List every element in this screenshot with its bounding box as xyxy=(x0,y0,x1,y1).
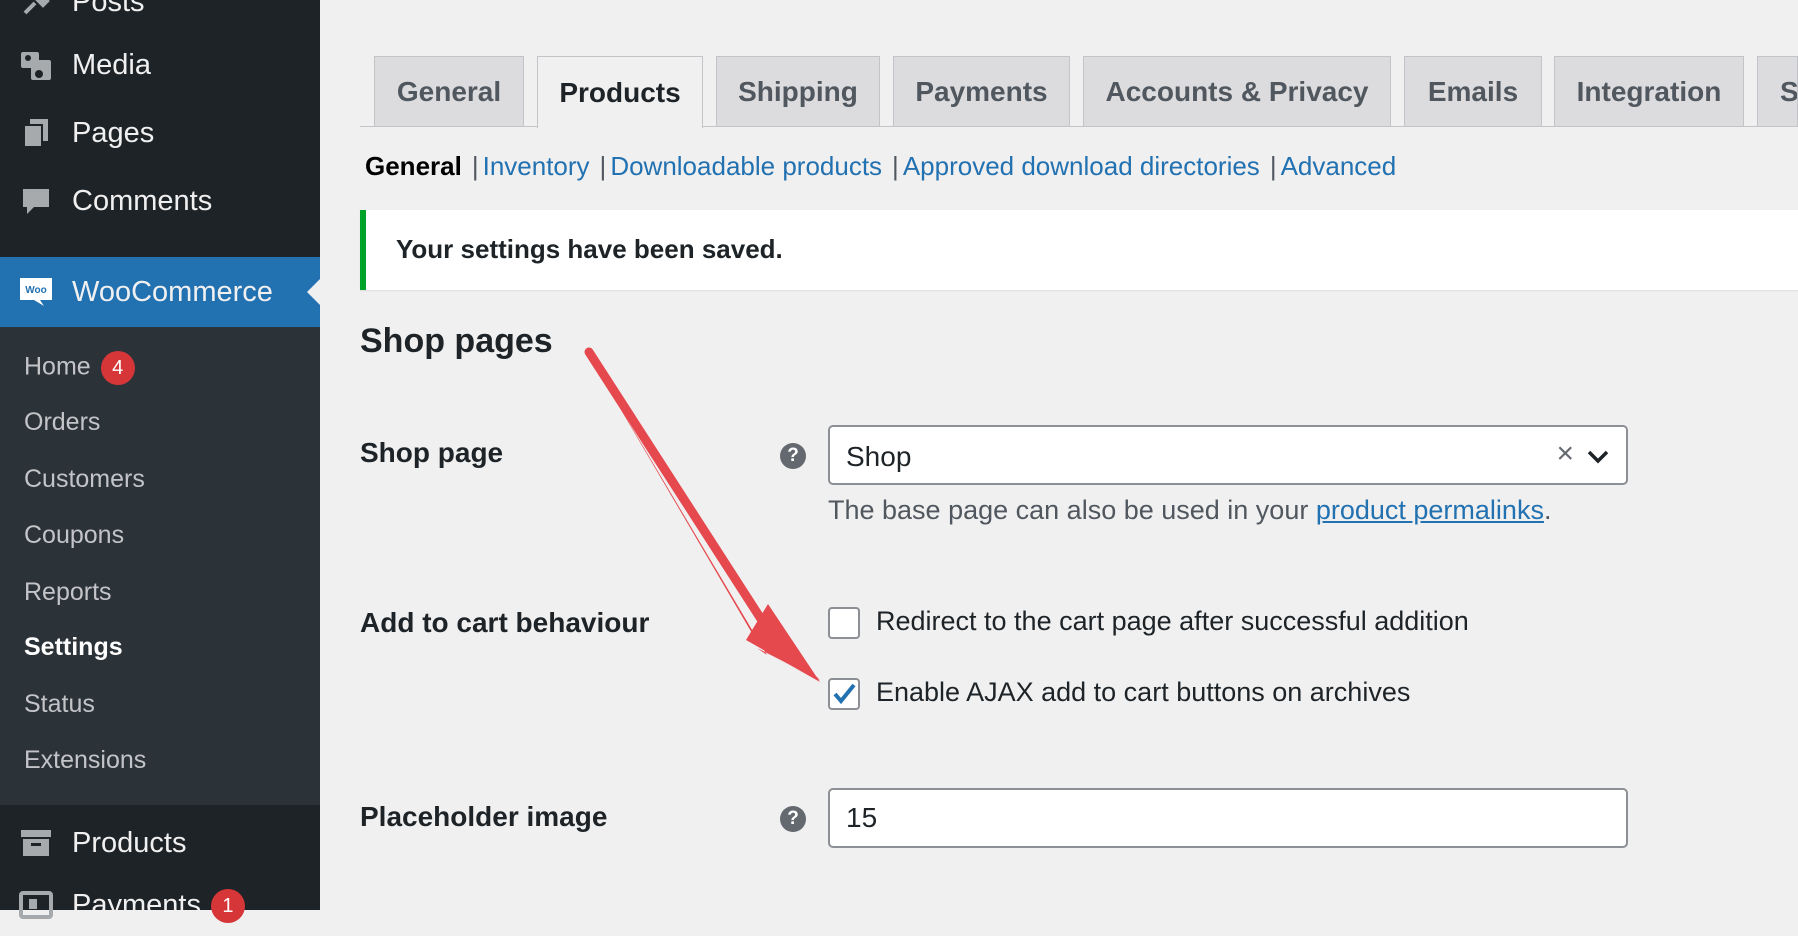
menu-label: WooCommerce xyxy=(72,275,273,308)
notification-badge: 1 xyxy=(210,889,245,924)
add-to-cart-label: Add to cart behaviour xyxy=(360,607,650,638)
tab-emails[interactable]: Emails xyxy=(1404,56,1542,126)
submenu-item-settings[interactable]: Settings xyxy=(24,632,123,662)
checkmark-icon xyxy=(833,683,856,705)
subnav-current: General xyxy=(365,151,462,181)
woo-logo-text: Woo xyxy=(25,285,46,296)
menu-item-woocommerce[interactable]: Woo WooCommerce xyxy=(0,257,320,327)
media-icon xyxy=(18,47,54,83)
submenu-item-extensions[interactable]: Extensions xyxy=(24,745,146,775)
pin-icon xyxy=(18,0,54,20)
menu-item-products[interactable]: Products xyxy=(0,813,320,873)
menu-label: Products xyxy=(72,826,187,859)
subnav-link-approved-download-directories[interactable]: Approved download directories xyxy=(903,151,1260,181)
subnav-link-downloadable-products[interactable]: Downloadable products xyxy=(610,151,882,181)
subnav-link-inventory[interactable]: Inventory xyxy=(483,151,590,181)
menu-label: Media xyxy=(72,48,151,81)
clear-selection-icon[interactable]: × xyxy=(1556,437,1574,471)
menu-label: Pages xyxy=(72,116,155,149)
tab-payments[interactable]: Payments xyxy=(893,56,1070,126)
chevron-down-icon[interactable] xyxy=(1584,443,1612,471)
submenu-item-coupons[interactable]: Coupons xyxy=(24,520,124,550)
woocommerce-submenu: Home 4 Orders Customers Coupons Reports S… xyxy=(0,327,320,805)
submenu-item-customers[interactable]: Customers xyxy=(24,464,145,494)
notification-badge: 4 xyxy=(100,351,135,385)
enable-ajax-label[interactable]: Enable AJAX add to cart buttons on archi… xyxy=(876,677,1410,708)
woocommerce-icon: Woo xyxy=(18,274,54,310)
payments-icon xyxy=(18,888,54,924)
menu-label: Posts xyxy=(72,0,145,18)
tab-general[interactable]: General xyxy=(374,56,524,126)
success-notice: Your settings have been saved. xyxy=(360,210,1798,290)
redirect-to-cart-checkbox[interactable] xyxy=(828,607,860,639)
menu-item-payments[interactable]: Payments 1 xyxy=(0,876,320,936)
menu-item-pages[interactable]: Pages xyxy=(0,103,320,163)
submenu-item-orders[interactable]: Orders xyxy=(24,407,100,437)
tab-integration[interactable]: Integration xyxy=(1554,56,1744,126)
admin-sidebar: Posts Media Pages Comments Woo WooCommer… xyxy=(0,0,320,924)
tab-shipping[interactable]: Shipping xyxy=(716,56,880,126)
tab-products[interactable]: Products xyxy=(537,56,703,128)
product-permalinks-link[interactable]: product permalinks xyxy=(1316,495,1544,525)
redirect-to-cart-label[interactable]: Redirect to the cart page after successf… xyxy=(876,606,1469,637)
menu-label: Comments xyxy=(72,184,213,217)
help-icon[interactable]: ? xyxy=(780,443,806,469)
help-icon[interactable]: ? xyxy=(780,806,806,832)
tab-site-visibility[interactable]: S xyxy=(1757,56,1798,126)
submenu-item-reports[interactable]: Reports xyxy=(24,577,112,607)
submenu-label: Home xyxy=(24,352,91,381)
placeholder-image-input[interactable] xyxy=(828,788,1628,848)
menu-item-media[interactable]: Media xyxy=(0,35,320,95)
submenu-item-status[interactable]: Status xyxy=(24,689,95,719)
shop-page-select[interactable]: Shop × xyxy=(828,425,1628,485)
shop-page-label: Shop page xyxy=(360,437,504,468)
placeholder-image-label: Placeholder image xyxy=(360,801,608,832)
comment-icon xyxy=(18,183,54,219)
pages-icon xyxy=(18,115,54,151)
menu-label: Payments 1 xyxy=(72,889,245,924)
notice-text: Your settings have been saved. xyxy=(396,234,783,264)
enable-ajax-checkbox[interactable] xyxy=(828,678,860,710)
menu-item-posts[interactable]: Posts xyxy=(0,0,320,32)
subnav-link-advanced[interactable]: Advanced xyxy=(1281,151,1397,181)
tab-accounts-privacy[interactable]: Accounts & Privacy xyxy=(1083,56,1391,126)
shop-page-description: The base page can also be used in your p… xyxy=(828,495,1552,525)
submenu-item-home[interactable]: Home 4 xyxy=(24,351,135,385)
section-title: Shop pages xyxy=(360,322,553,360)
archive-icon xyxy=(18,825,54,861)
selected-value: Shop xyxy=(846,441,912,472)
section-subnav: General | Inventory | Downloadable products |… xyxy=(365,151,1397,181)
menu-item-comments[interactable]: Comments xyxy=(0,171,320,231)
